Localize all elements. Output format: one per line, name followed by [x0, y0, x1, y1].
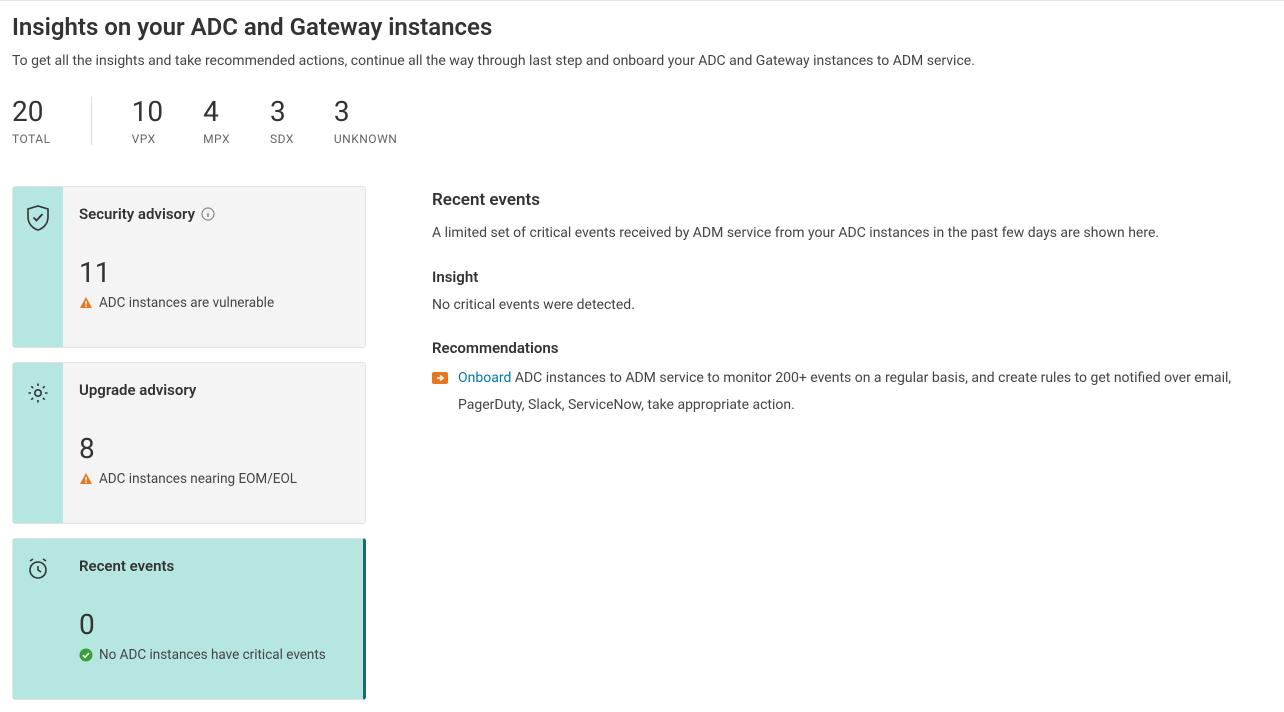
stat-label: TOTAL [12, 132, 51, 146]
card-body: Recent events 0 No ADC instances have cr… [63, 539, 363, 699]
stat-value: 20 [12, 97, 51, 128]
detail-heading: Recent events [432, 190, 1272, 210]
card-value: 8 [79, 435, 349, 463]
stat-vpx: 10 VPX [132, 97, 163, 146]
card-icon-col [13, 539, 63, 699]
card-value: 11 [79, 259, 349, 287]
stat-mpx: 4 MPX [203, 97, 230, 146]
card-status-text: ADC instances nearing EOM/EOL [99, 471, 297, 487]
recommendation-text: Onboard ADC instances to ADM service to … [458, 365, 1272, 418]
card-title: Security advisory [79, 205, 195, 223]
recommendations-heading: Recommendations [432, 339, 1272, 357]
detail-description: A limited set of critical events receive… [432, 222, 1272, 246]
stat-divider [91, 97, 92, 145]
stat-total: 20 TOTAL [12, 97, 51, 146]
card-title: Upgrade advisory [79, 381, 196, 399]
detail-column: Recent events A limited set of critical … [432, 186, 1272, 419]
insight-heading: Insight [432, 268, 1272, 286]
cards-column: Security advisory 11 [12, 186, 366, 700]
stat-value: 3 [334, 97, 397, 128]
content-row: Security advisory 11 [12, 186, 1272, 700]
warning-icon [79, 472, 93, 486]
recommendation-row: Onboard ADC instances to ADM service to … [432, 365, 1272, 418]
stat-value: 10 [132, 97, 163, 128]
page-title: Insights on your ADC and Gateway instanc… [12, 13, 1272, 41]
card-recent-events[interactable]: Recent events 0 No ADC instances have cr… [12, 538, 366, 700]
check-circle-icon [79, 648, 93, 662]
page-subtitle: To get all the insights and take recomme… [12, 53, 1272, 69]
stat-label: VPX [132, 132, 163, 146]
gear-icon [26, 381, 50, 405]
card-icon-col [13, 363, 63, 523]
stat-value: 4 [203, 97, 230, 128]
card-status-text: ADC instances are vulnerable [99, 295, 274, 311]
card-status-text: No ADC instances have critical events [99, 647, 326, 663]
card-body: Upgrade advisory 8 ADC instances nearing… [63, 363, 365, 523]
stat-unknown: 3 UNKNOWN [334, 97, 397, 146]
card-icon-col [13, 187, 63, 347]
stat-label: UNKNOWN [334, 132, 397, 146]
shield-check-icon [26, 205, 50, 231]
info-icon[interactable] [201, 207, 215, 221]
card-value: 0 [79, 611, 347, 639]
card-upgrade-advisory[interactable]: Upgrade advisory 8 ADC instances nearing… [12, 362, 366, 524]
card-body: Security advisory 11 [63, 187, 365, 347]
warning-icon [79, 296, 93, 310]
onboard-icon [432, 371, 448, 387]
insight-text: No critical events were detected. [432, 294, 1272, 318]
stat-value: 3 [270, 97, 294, 128]
card-security-advisory[interactable]: Security advisory 11 [12, 186, 366, 348]
stat-sdx: 3 SDX [270, 97, 294, 146]
stat-label: SDX [270, 132, 294, 146]
stat-label: MPX [203, 132, 230, 146]
alarm-clock-icon [26, 557, 50, 581]
recommendation-suffix: ADC instances to ADM service to monitor … [458, 370, 1231, 413]
onboard-link[interactable]: Onboard [458, 370, 511, 386]
stats-row: 20 TOTAL 10 VPX 4 MPX 3 SDX 3 UNKNOWN [12, 97, 1272, 146]
card-title: Recent events [79, 557, 174, 575]
